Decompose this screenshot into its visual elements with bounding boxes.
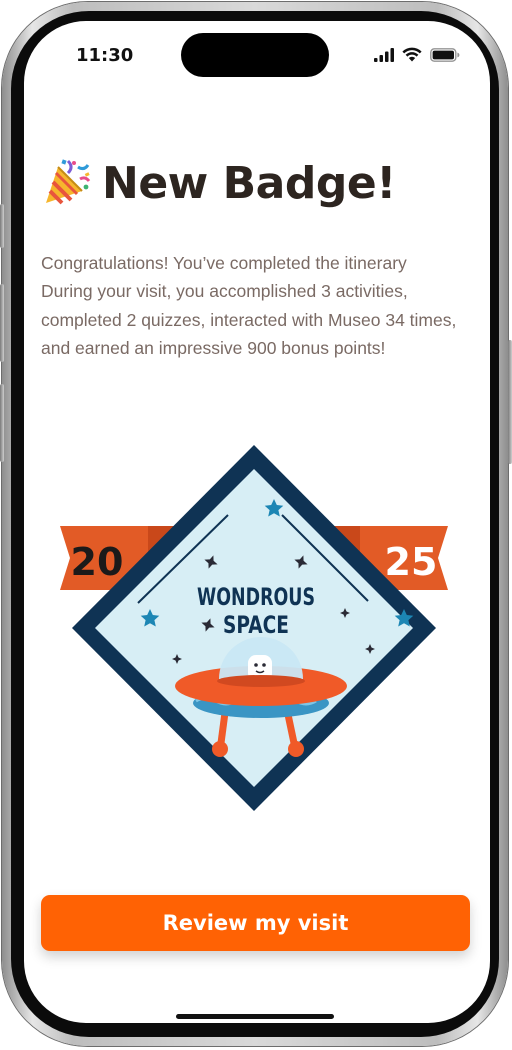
dynamic-island <box>181 33 329 77</box>
battery-icon <box>430 47 460 62</box>
wondrous-space-badge: 20 25 WONDROUS SPACE <box>60 445 448 811</box>
status-icons <box>374 47 460 62</box>
congrats-message: Congratulations! You’ve completed the it… <box>41 253 457 359</box>
badge-title-line2: SPACE <box>223 611 289 639</box>
volume-up-button <box>0 284 4 362</box>
review-visit-button[interactable]: Review my visit <box>41 895 470 951</box>
home-indicator[interactable] <box>176 1014 334 1019</box>
badge-year-left: 20 <box>71 540 124 584</box>
volume-down-button <box>0 384 4 462</box>
title-row: New Badge! <box>40 157 396 209</box>
app-screen: 11:30 New Badge! Congratulations! You’ve… <box>24 21 490 1023</box>
action-button <box>0 204 4 248</box>
wifi-icon <box>402 47 422 62</box>
badge-title-line1: WONDROUS <box>197 583 315 611</box>
party-popper-icon <box>46 159 91 205</box>
page-title: New Badge! <box>102 157 396 209</box>
signal-icon <box>374 47 394 62</box>
status-time: 11:30 <box>76 45 134 66</box>
badge-year-right: 25 <box>385 540 438 584</box>
power-button <box>508 340 512 464</box>
